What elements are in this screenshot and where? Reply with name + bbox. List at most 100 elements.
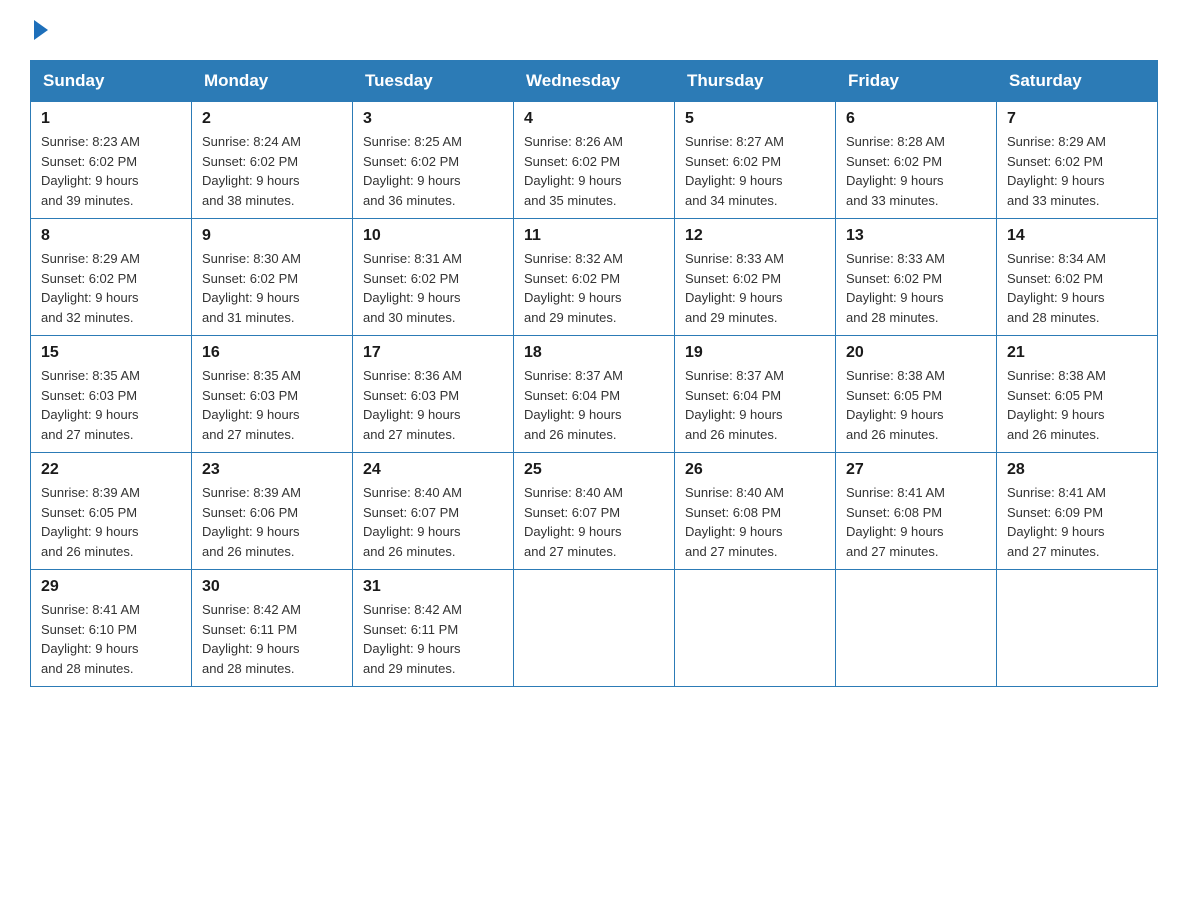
header-thursday: Thursday	[675, 61, 836, 102]
calendar-cell: 22 Sunrise: 8:39 AM Sunset: 6:05 PM Dayl…	[31, 453, 192, 570]
calendar-cell: 8 Sunrise: 8:29 AM Sunset: 6:02 PM Dayli…	[31, 219, 192, 336]
day-number: 5	[685, 110, 825, 128]
calendar-cell: 20 Sunrise: 8:38 AM Sunset: 6:05 PM Dayl…	[836, 336, 997, 453]
header-saturday: Saturday	[997, 61, 1158, 102]
day-info: Sunrise: 8:33 AM Sunset: 6:02 PM Dayligh…	[846, 249, 986, 327]
day-info: Sunrise: 8:32 AM Sunset: 6:02 PM Dayligh…	[524, 249, 664, 327]
calendar-cell: 27 Sunrise: 8:41 AM Sunset: 6:08 PM Dayl…	[836, 453, 997, 570]
day-info: Sunrise: 8:33 AM Sunset: 6:02 PM Dayligh…	[685, 249, 825, 327]
day-info: Sunrise: 8:26 AM Sunset: 6:02 PM Dayligh…	[524, 132, 664, 210]
day-info: Sunrise: 8:34 AM Sunset: 6:02 PM Dayligh…	[1007, 249, 1147, 327]
day-number: 30	[202, 578, 342, 596]
calendar-table: Sunday Monday Tuesday Wednesday Thursday…	[30, 60, 1158, 687]
day-info: Sunrise: 8:38 AM Sunset: 6:05 PM Dayligh…	[846, 366, 986, 444]
calendar-cell	[514, 570, 675, 687]
calendar-week-1: 1 Sunrise: 8:23 AM Sunset: 6:02 PM Dayli…	[31, 102, 1158, 219]
header-wednesday: Wednesday	[514, 61, 675, 102]
day-info: Sunrise: 8:39 AM Sunset: 6:05 PM Dayligh…	[41, 483, 181, 561]
calendar-cell: 16 Sunrise: 8:35 AM Sunset: 6:03 PM Dayl…	[192, 336, 353, 453]
header-monday: Monday	[192, 61, 353, 102]
day-number: 9	[202, 227, 342, 245]
day-number: 29	[41, 578, 181, 596]
calendar-cell: 30 Sunrise: 8:42 AM Sunset: 6:11 PM Dayl…	[192, 570, 353, 687]
weekday-row: Sunday Monday Tuesday Wednesday Thursday…	[31, 61, 1158, 102]
day-info: Sunrise: 8:27 AM Sunset: 6:02 PM Dayligh…	[685, 132, 825, 210]
logo	[30, 20, 48, 40]
calendar-week-2: 8 Sunrise: 8:29 AM Sunset: 6:02 PM Dayli…	[31, 219, 1158, 336]
day-info: Sunrise: 8:41 AM Sunset: 6:10 PM Dayligh…	[41, 600, 181, 678]
day-info: Sunrise: 8:29 AM Sunset: 6:02 PM Dayligh…	[41, 249, 181, 327]
day-number: 13	[846, 227, 986, 245]
day-number: 14	[1007, 227, 1147, 245]
calendar-cell	[836, 570, 997, 687]
day-info: Sunrise: 8:40 AM Sunset: 6:07 PM Dayligh…	[524, 483, 664, 561]
calendar-cell: 9 Sunrise: 8:30 AM Sunset: 6:02 PM Dayli…	[192, 219, 353, 336]
calendar-week-3: 15 Sunrise: 8:35 AM Sunset: 6:03 PM Dayl…	[31, 336, 1158, 453]
calendar-cell: 1 Sunrise: 8:23 AM Sunset: 6:02 PM Dayli…	[31, 102, 192, 219]
day-number: 8	[41, 227, 181, 245]
calendar-cell: 21 Sunrise: 8:38 AM Sunset: 6:05 PM Dayl…	[997, 336, 1158, 453]
day-info: Sunrise: 8:41 AM Sunset: 6:08 PM Dayligh…	[846, 483, 986, 561]
calendar-cell: 26 Sunrise: 8:40 AM Sunset: 6:08 PM Dayl…	[675, 453, 836, 570]
calendar-cell: 10 Sunrise: 8:31 AM Sunset: 6:02 PM Dayl…	[353, 219, 514, 336]
day-number: 2	[202, 110, 342, 128]
day-info: Sunrise: 8:40 AM Sunset: 6:07 PM Dayligh…	[363, 483, 503, 561]
day-number: 22	[41, 461, 181, 479]
day-info: Sunrise: 8:42 AM Sunset: 6:11 PM Dayligh…	[202, 600, 342, 678]
calendar-cell: 7 Sunrise: 8:29 AM Sunset: 6:02 PM Dayli…	[997, 102, 1158, 219]
day-info: Sunrise: 8:40 AM Sunset: 6:08 PM Dayligh…	[685, 483, 825, 561]
day-number: 21	[1007, 344, 1147, 362]
calendar-cell: 29 Sunrise: 8:41 AM Sunset: 6:10 PM Dayl…	[31, 570, 192, 687]
day-info: Sunrise: 8:38 AM Sunset: 6:05 PM Dayligh…	[1007, 366, 1147, 444]
day-info: Sunrise: 8:35 AM Sunset: 6:03 PM Dayligh…	[202, 366, 342, 444]
day-number: 15	[41, 344, 181, 362]
logo-triangle-icon	[34, 20, 48, 40]
calendar-cell: 31 Sunrise: 8:42 AM Sunset: 6:11 PM Dayl…	[353, 570, 514, 687]
day-number: 18	[524, 344, 664, 362]
day-info: Sunrise: 8:35 AM Sunset: 6:03 PM Dayligh…	[41, 366, 181, 444]
calendar-cell: 5 Sunrise: 8:27 AM Sunset: 6:02 PM Dayli…	[675, 102, 836, 219]
day-number: 19	[685, 344, 825, 362]
day-info: Sunrise: 8:39 AM Sunset: 6:06 PM Dayligh…	[202, 483, 342, 561]
day-info: Sunrise: 8:23 AM Sunset: 6:02 PM Dayligh…	[41, 132, 181, 210]
calendar-cell: 4 Sunrise: 8:26 AM Sunset: 6:02 PM Dayli…	[514, 102, 675, 219]
calendar-cell: 13 Sunrise: 8:33 AM Sunset: 6:02 PM Dayl…	[836, 219, 997, 336]
day-number: 3	[363, 110, 503, 128]
day-info: Sunrise: 8:25 AM Sunset: 6:02 PM Dayligh…	[363, 132, 503, 210]
day-info: Sunrise: 8:30 AM Sunset: 6:02 PM Dayligh…	[202, 249, 342, 327]
calendar-cell: 12 Sunrise: 8:33 AM Sunset: 6:02 PM Dayl…	[675, 219, 836, 336]
page-header	[30, 20, 1158, 40]
day-info: Sunrise: 8:36 AM Sunset: 6:03 PM Dayligh…	[363, 366, 503, 444]
calendar-cell: 23 Sunrise: 8:39 AM Sunset: 6:06 PM Dayl…	[192, 453, 353, 570]
day-number: 24	[363, 461, 503, 479]
calendar-cell: 2 Sunrise: 8:24 AM Sunset: 6:02 PM Dayli…	[192, 102, 353, 219]
day-info: Sunrise: 8:37 AM Sunset: 6:04 PM Dayligh…	[685, 366, 825, 444]
calendar-cell: 6 Sunrise: 8:28 AM Sunset: 6:02 PM Dayli…	[836, 102, 997, 219]
day-number: 4	[524, 110, 664, 128]
day-number: 12	[685, 227, 825, 245]
calendar-cell: 19 Sunrise: 8:37 AM Sunset: 6:04 PM Dayl…	[675, 336, 836, 453]
calendar-cell: 3 Sunrise: 8:25 AM Sunset: 6:02 PM Dayli…	[353, 102, 514, 219]
header-tuesday: Tuesday	[353, 61, 514, 102]
day-number: 1	[41, 110, 181, 128]
day-info: Sunrise: 8:41 AM Sunset: 6:09 PM Dayligh…	[1007, 483, 1147, 561]
day-number: 27	[846, 461, 986, 479]
day-number: 20	[846, 344, 986, 362]
calendar-cell: 25 Sunrise: 8:40 AM Sunset: 6:07 PM Dayl…	[514, 453, 675, 570]
calendar-cell: 17 Sunrise: 8:36 AM Sunset: 6:03 PM Dayl…	[353, 336, 514, 453]
day-number: 23	[202, 461, 342, 479]
day-number: 6	[846, 110, 986, 128]
day-info: Sunrise: 8:24 AM Sunset: 6:02 PM Dayligh…	[202, 132, 342, 210]
calendar-body: 1 Sunrise: 8:23 AM Sunset: 6:02 PM Dayli…	[31, 102, 1158, 687]
day-info: Sunrise: 8:29 AM Sunset: 6:02 PM Dayligh…	[1007, 132, 1147, 210]
calendar-header: Sunday Monday Tuesday Wednesday Thursday…	[31, 61, 1158, 102]
calendar-cell: 18 Sunrise: 8:37 AM Sunset: 6:04 PM Dayl…	[514, 336, 675, 453]
day-info: Sunrise: 8:42 AM Sunset: 6:11 PM Dayligh…	[363, 600, 503, 678]
header-sunday: Sunday	[31, 61, 192, 102]
day-number: 17	[363, 344, 503, 362]
day-number: 26	[685, 461, 825, 479]
day-number: 31	[363, 578, 503, 596]
calendar-week-4: 22 Sunrise: 8:39 AM Sunset: 6:05 PM Dayl…	[31, 453, 1158, 570]
header-friday: Friday	[836, 61, 997, 102]
calendar-cell	[997, 570, 1158, 687]
